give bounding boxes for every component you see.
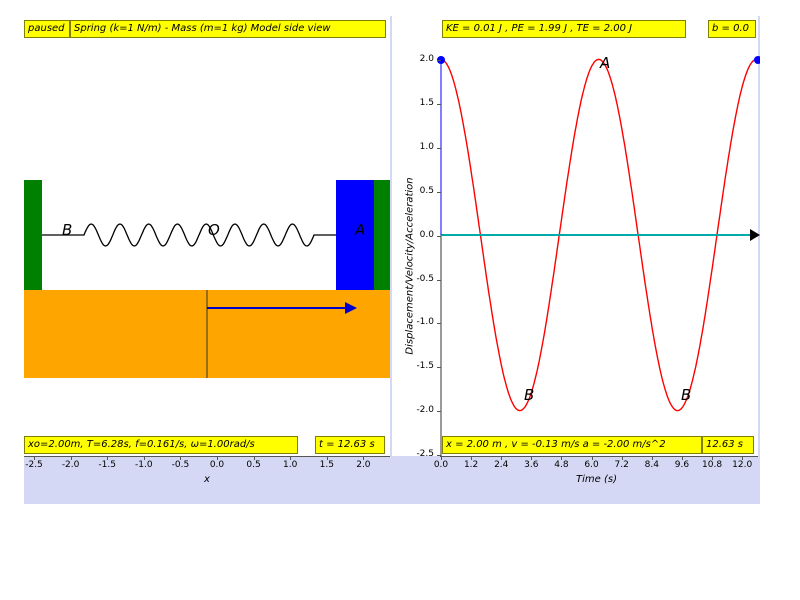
time-cursor-arrow: [750, 229, 760, 241]
energy-readout: KE = 0.01 J , PE = 1.99 J , TE = 2.00 J: [442, 20, 686, 38]
left-x-tick-label: 1.0: [283, 460, 298, 470]
left-x-tick-label: 0.5: [246, 460, 261, 470]
graph-y-tick-mark: [437, 367, 441, 369]
left-x-tick-label: 0.0: [209, 460, 225, 470]
graph-y-tick-label: -2.5: [416, 449, 434, 460]
graph-y-tick-mark: [437, 279, 441, 281]
marker-b-left: B: [62, 221, 72, 239]
graph-y-tick-label: -2.0: [416, 405, 434, 416]
damping-readout[interactable]: b = 0.0: [708, 20, 756, 38]
spring-model-panel: B O A paused Spring (k=1 N/m) - Mass (m=…: [24, 16, 392, 504]
motion-readout: x = 2.00 m , v = -0.13 m/s a = -2.00 m/s…: [442, 436, 702, 454]
left-x-tick-label: -2.5: [25, 460, 43, 470]
marker-o: O: [208, 221, 220, 239]
graph-y-tick-mark: [437, 191, 441, 193]
graph-y-tick-mark: [437, 147, 441, 149]
graph-y-tick-mark: [437, 235, 441, 237]
current-point-dot: [754, 56, 760, 64]
graph-y-tick-label: -1.5: [416, 361, 434, 372]
left-x-tick-label: -2.0: [61, 460, 80, 470]
spring-coil: [42, 223, 336, 247]
graph-y-tick-mark: [437, 60, 441, 61]
model-title: Spring (k=1 N/m) - Mass (m=1 kg) Model s…: [70, 20, 386, 38]
graph-panel: A B B 2.0 1.5 1.0 0.5 0.0 -0.5 -1.0 -1.5 -2.0 -2.…: [392, 16, 760, 504]
right-time-readout: 12.63 s: [702, 436, 754, 454]
graph-y-tick-mark: [437, 323, 441, 325]
graph-y-axis-title: Displacement/Velocity/Acceleration: [404, 177, 416, 355]
graph-y-tick-label: 1.0: [419, 141, 434, 152]
graph-x-axis-line: [440, 456, 758, 457]
graph-x-axis-title: Time (s): [576, 474, 617, 485]
spring-scene: B O A: [24, 180, 390, 378]
left-x-tick-label: 1.5: [319, 460, 334, 470]
graph-y-tick-label: 2.0: [419, 54, 434, 64]
marker-a-graph: A: [599, 54, 610, 72]
left-x-tick-label: -0.5: [171, 460, 190, 470]
graph-y-tick-mark: [437, 411, 441, 413]
marker-b-graph-1: B: [524, 386, 534, 404]
left-x-axis-title: x: [204, 474, 210, 485]
left-x-axis-line: [24, 456, 390, 457]
paused-status[interactable]: paused: [24, 20, 70, 38]
left-x-tick-label: -1.0: [135, 460, 153, 470]
left-x-tick-label: -1.5: [98, 460, 116, 470]
graph-y-tick-label: 1.5: [419, 97, 434, 108]
oscillation-info: xo=2.00m, T=6.28s, f=0.161/s, ω=1.00rad/…: [24, 436, 298, 454]
right-wall: [374, 180, 390, 290]
graph-y-tick-mark: [437, 103, 441, 105]
left-x-tick-label: 2.0: [356, 460, 371, 470]
graph-x-tick-label: 12.0: [732, 460, 753, 470]
graph-plot: A B B: [437, 54, 760, 456]
marker-a-left: A: [354, 221, 365, 239]
left-wall: [24, 180, 42, 290]
left-time-readout: t = 12.63 s: [315, 436, 385, 454]
marker-b-graph-2: B: [681, 386, 691, 404]
